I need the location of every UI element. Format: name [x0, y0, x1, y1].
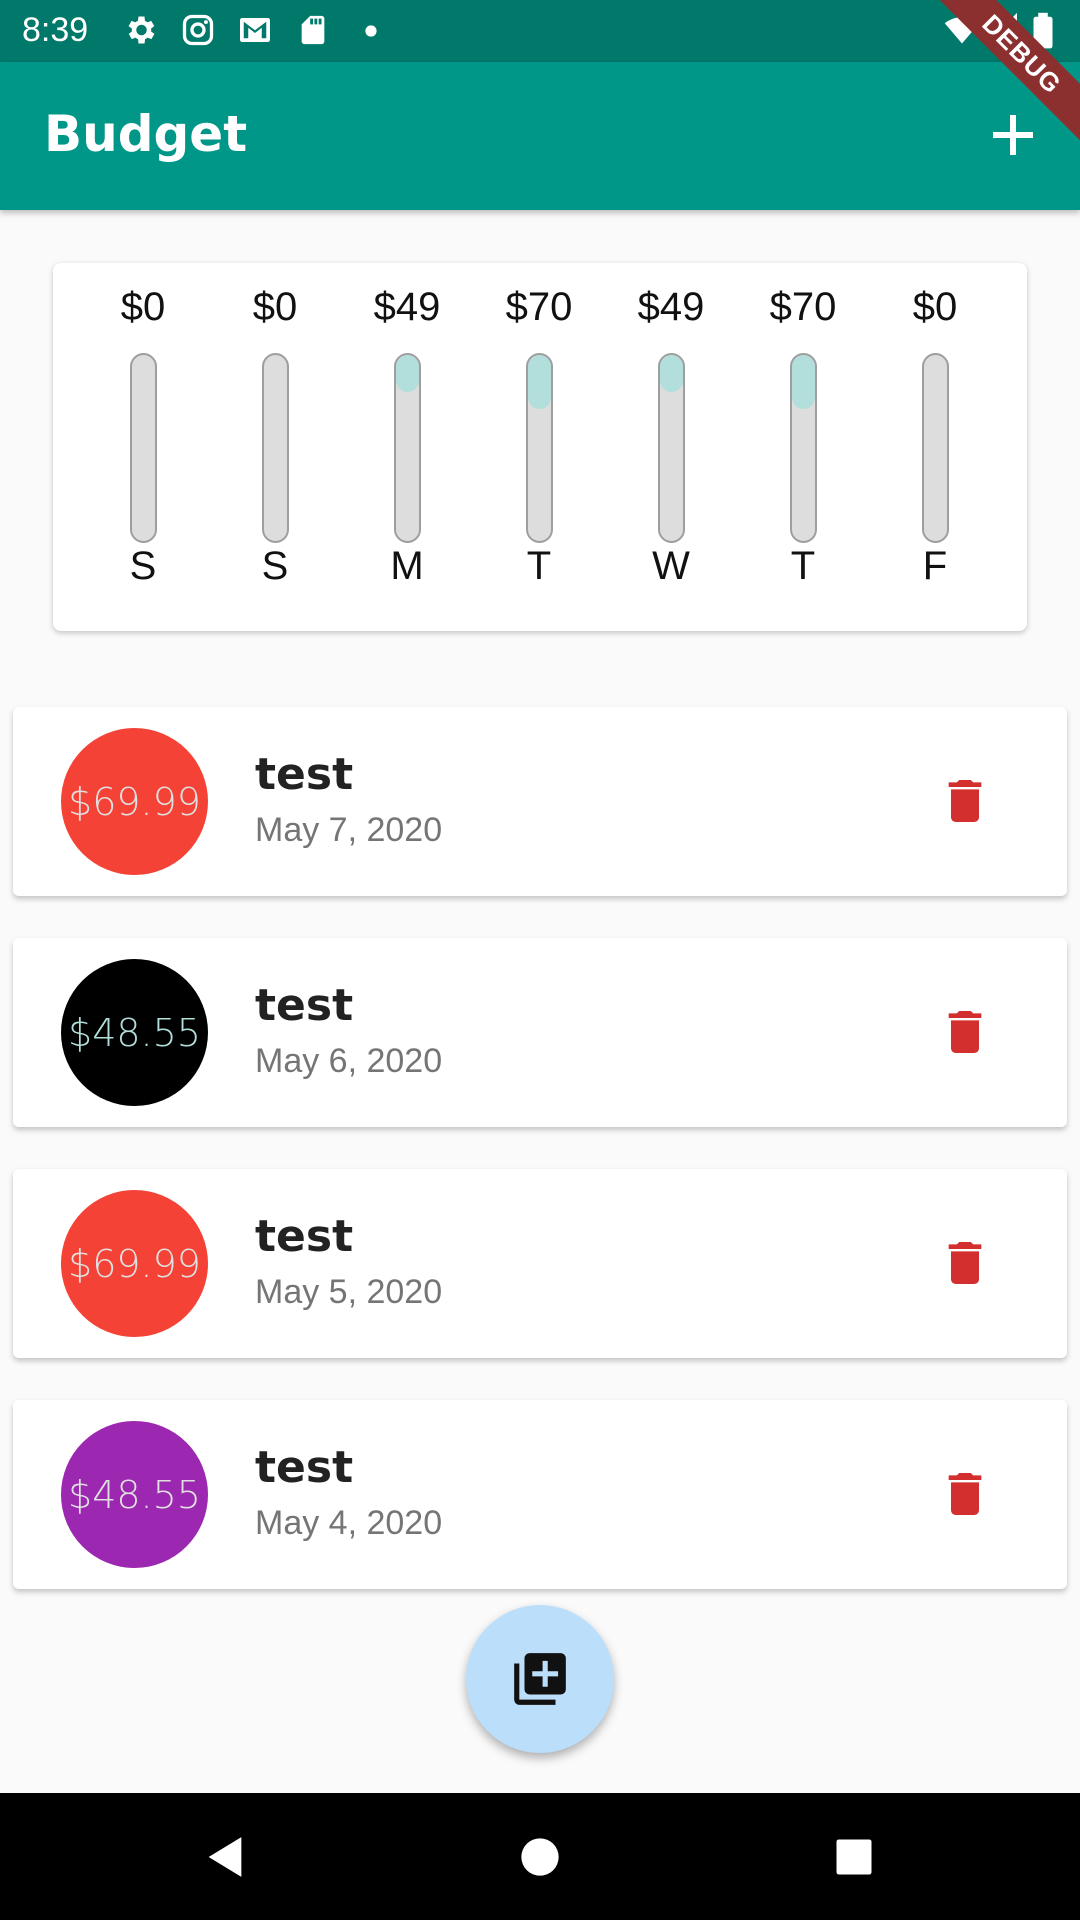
transaction-title: test [255, 1442, 354, 1493]
status-bar: 8:39 [0, 0, 1080, 62]
bar-track [262, 353, 289, 543]
bar-track [394, 353, 421, 543]
delete-transaction-button[interactable] [937, 1235, 993, 1291]
transaction-amount: $48.55 [68, 1472, 201, 1517]
sd-card-icon [301, 15, 325, 45]
add-to-queue-icon [514, 1653, 566, 1705]
bar-day-label: F [922, 544, 948, 588]
add-transaction-button[interactable] [978, 100, 1048, 170]
back-triangle-icon [208, 1837, 242, 1877]
transaction-card: $69.99 test May 7, 2020 [13, 707, 1067, 896]
trash-icon [948, 1473, 982, 1515]
transaction-card: $48.55 test May 6, 2020 [13, 938, 1067, 1127]
bar-amount-label: $0 [120, 285, 166, 329]
back-button[interactable] [197, 1829, 253, 1885]
dot-icon [365, 25, 377, 37]
delete-transaction-button[interactable] [937, 1004, 993, 1060]
weekly-chart-card: $0 S $0 S $49 M $70 T $49 W $70 T $0 F [53, 263, 1027, 631]
bar-amount-label: $70 [769, 285, 837, 329]
bar-amount-label: $70 [505, 285, 573, 329]
trash-icon [948, 1242, 982, 1284]
transaction-card: $48.55 test May 4, 2020 [13, 1400, 1067, 1589]
bar-fill [660, 355, 683, 393]
bar-amount-label: $0 [912, 285, 958, 329]
transaction-amount: $69.99 [68, 1241, 201, 1286]
app-bar: Budget [0, 62, 1080, 210]
page-title: Budget [44, 105, 248, 163]
transaction-date: May 6, 2020 [255, 1042, 443, 1080]
bar-track [526, 353, 553, 543]
home-button[interactable] [512, 1829, 568, 1885]
amount-avatar: $48.55 [61, 1421, 208, 1568]
delete-transaction-button[interactable] [937, 773, 993, 829]
recents-button[interactable] [826, 1829, 882, 1885]
transaction-date: May 4, 2020 [255, 1504, 443, 1542]
transaction-amount: $48.55 [68, 1010, 201, 1055]
transaction-date: May 5, 2020 [255, 1273, 443, 1311]
bar-day-label: S [129, 544, 157, 588]
bar-fill [396, 355, 419, 393]
home-circle-icon [521, 1838, 559, 1876]
bar-track [130, 353, 157, 543]
trash-icon [948, 780, 982, 822]
bar-day-label: W [652, 544, 690, 588]
delete-transaction-button[interactable] [937, 1466, 993, 1522]
bar-day-label: S [261, 544, 289, 588]
recents-square-icon [836, 1839, 872, 1875]
status-time: 8:39 [22, 11, 89, 49]
transaction-title: test [255, 980, 354, 1031]
bar-track [790, 353, 817, 543]
trash-icon [948, 1011, 982, 1053]
bar-amount-label: $49 [637, 285, 705, 329]
bar-fill [792, 355, 815, 409]
bar-day-label: T [526, 544, 552, 588]
plus-icon [993, 115, 1033, 155]
add-transaction-fab[interactable] [466, 1605, 614, 1753]
gear-icon [128, 16, 155, 44]
transaction-date: May 7, 2020 [255, 811, 443, 849]
amount-avatar: $69.99 [61, 728, 208, 875]
transaction-card: $69.99 test May 5, 2020 [13, 1169, 1067, 1358]
bar-track [922, 353, 949, 543]
amount-avatar: $48.55 [61, 959, 208, 1106]
transaction-title: test [255, 749, 354, 800]
bar-day-label: T [790, 544, 816, 588]
bar-amount-label: $49 [373, 285, 441, 329]
transaction-title: test [255, 1211, 354, 1262]
instagram-icon [182, 14, 214, 46]
bar-fill [528, 355, 551, 409]
bar-amount-label: $0 [252, 285, 298, 329]
gmail-icon [240, 18, 270, 42]
transaction-amount: $69.99 [68, 779, 201, 824]
bar-day-label: M [390, 544, 424, 588]
navigation-bar [0, 1793, 1080, 1920]
bar-track [658, 353, 685, 543]
amount-avatar: $69.99 [61, 1190, 208, 1337]
